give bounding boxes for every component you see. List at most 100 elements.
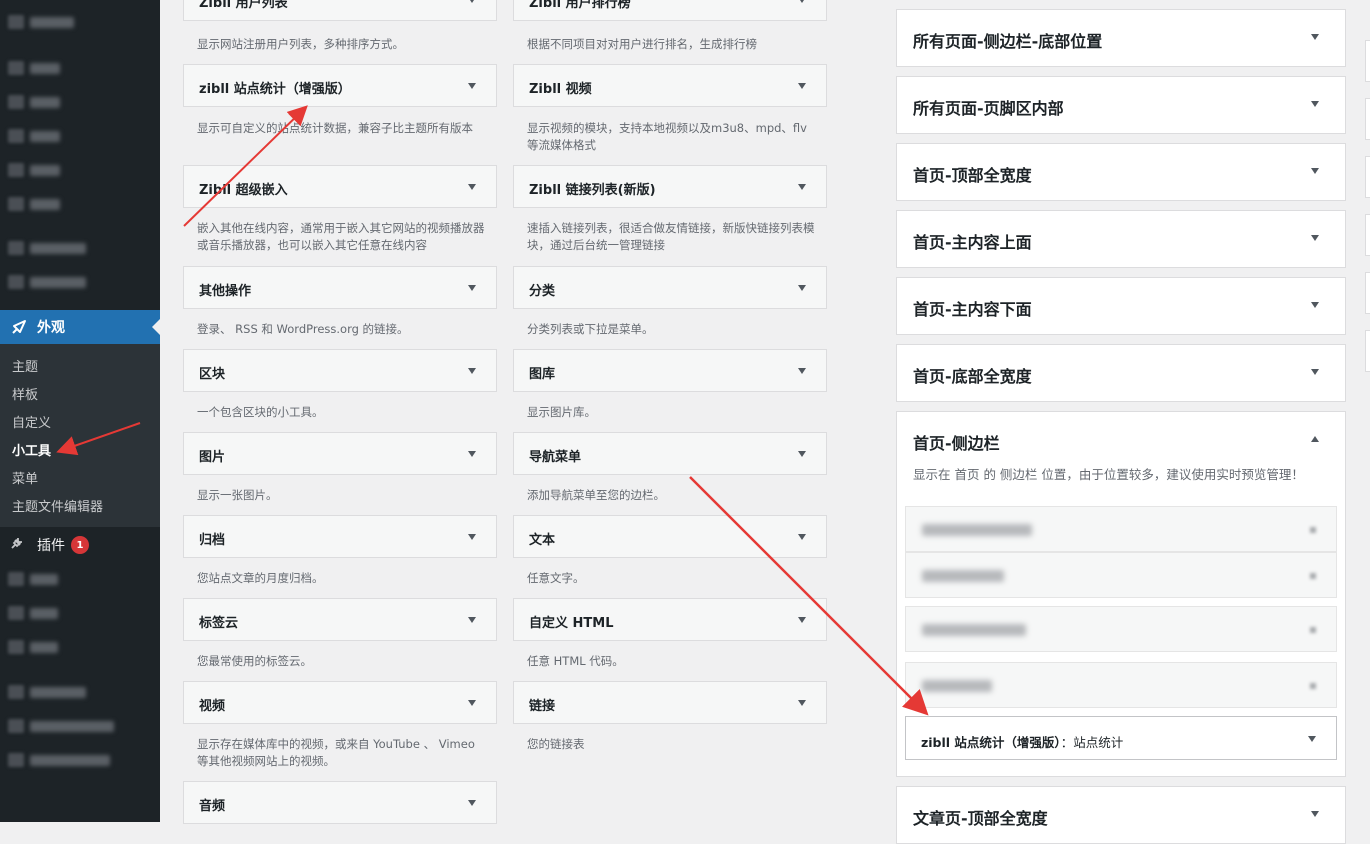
widget-block[interactable]: 区块 — [183, 349, 497, 392]
caret-down-icon[interactable] — [1311, 34, 1319, 40]
submenu-item-menus[interactable]: 菜单 — [12, 468, 38, 487]
widget-zibll-super-embed[interactable]: Zibll 超级嵌入 — [183, 165, 497, 208]
edge-panel — [1365, 40, 1370, 82]
widget-desc: 您的链接表 — [527, 737, 585, 751]
widget-desc: 显示视频的模块，支持本地视频以及m3u8、mpd、flv等流媒体格式 — [527, 121, 807, 152]
caret-down-icon[interactable] — [468, 534, 476, 540]
blurred-menu-item[interactable] — [8, 95, 60, 109]
admin-sidebar: 外观 主题 样板 自定义 小工具 菜单 主题文件编辑器 插件 1 — [0, 0, 160, 822]
caret-down-icon[interactable] — [1311, 235, 1319, 241]
caret-down-icon[interactable] — [1308, 736, 1316, 742]
widget-desc: 根据不同项目对对用户进行排名，生成排行榜 — [527, 37, 757, 51]
caret-down-icon[interactable] — [798, 83, 806, 89]
blurred-menu-item[interactable] — [8, 572, 58, 586]
caret-down-icon[interactable] — [1311, 168, 1319, 174]
widget-zibll-user-list[interactable]: Zibll 用户列表 — [183, 0, 497, 21]
caret-up-icon[interactable] — [1311, 436, 1319, 442]
placed-widget-site-stats[interactable]: zibll 站点统计（增强版）：站点统计 — [905, 716, 1337, 760]
blurred-menu-item[interactable] — [8, 129, 60, 143]
caret-down-icon[interactable] — [468, 700, 476, 706]
caret-down-icon[interactable] — [1311, 302, 1319, 308]
caret-down-icon[interactable] — [798, 700, 806, 706]
widget-zibll-video[interactable]: Zibll 视频 — [513, 64, 827, 107]
caret-down-icon[interactable] — [468, 184, 476, 190]
caret-down-icon[interactable] — [468, 451, 476, 457]
widget-desc: 您站点文章的月度归档。 — [197, 571, 324, 585]
widget-tag-cloud[interactable]: 标签云 — [183, 598, 497, 641]
caret-down-icon[interactable] — [798, 451, 806, 457]
blurred-placed-widget[interactable] — [905, 662, 1337, 708]
submenu-item-theme-editor[interactable]: 主题文件编辑器 — [12, 496, 103, 515]
widget-archives[interactable]: 归档 — [183, 515, 497, 558]
widget-area[interactable]: 所有页面-页脚区内部 — [896, 76, 1346, 134]
widget-desc: 任意 HTML 代码。 — [527, 654, 624, 668]
caret-down-icon[interactable] — [798, 0, 806, 3]
caret-down-icon[interactable] — [1311, 369, 1319, 375]
blurred-menu-item[interactable] — [8, 61, 60, 75]
widget-desc: 添加导航菜单至您的边栏。 — [527, 488, 665, 502]
area-description: 显示在 首页 的 侧边栏 位置，由于位置较多，建议使用实时预览管理！ — [913, 467, 1304, 482]
widget-categories[interactable]: 分类 — [513, 266, 827, 309]
submenu-item-widgets[interactable]: 小工具 — [12, 440, 51, 459]
submenu-item-themes[interactable]: 主题 — [12, 356, 38, 375]
caret-down-icon[interactable] — [468, 0, 476, 3]
widget-desc: 显示一张图片。 — [197, 488, 278, 502]
blurred-placed-widget[interactable] — [905, 506, 1337, 552]
arrow-to-placed-widget — [689, 476, 929, 716]
widget-area[interactable]: 首页-底部全宽度 — [896, 344, 1346, 402]
widget-zibll-site-stats[interactable]: zibll 站点统计（增强版） — [183, 64, 497, 107]
caret-down-icon[interactable] — [468, 368, 476, 374]
blurred-menu-item[interactable] — [8, 685, 86, 699]
caret-down-icon[interactable] — [1311, 811, 1319, 817]
caret-down-icon[interactable] — [798, 368, 806, 374]
plug-icon — [9, 535, 29, 555]
blurred-menu-item[interactable] — [8, 640, 58, 654]
caret-down-icon[interactable] — [468, 800, 476, 806]
caret-down-icon[interactable] — [798, 285, 806, 291]
caret-down-icon[interactable] — [1311, 101, 1319, 107]
blurred-menu-item[interactable] — [8, 753, 110, 767]
blurred-menu-item[interactable] — [8, 606, 58, 620]
widget-zibll-link-list[interactable]: Zibll 链接列表(新版) — [513, 165, 827, 208]
blurred-placed-widget[interactable] — [905, 606, 1337, 652]
edge-panel — [1365, 156, 1370, 198]
widget-audio[interactable]: 音频 — [183, 781, 497, 824]
widget-desc: 显示可自定义的站点统计数据，兼容子比主题所有版本 — [197, 121, 473, 135]
widget-meta[interactable]: 其他操作 — [183, 266, 497, 309]
widget-desc: 显示图片库。 — [527, 405, 596, 419]
paintbrush-icon — [9, 317, 29, 337]
blurred-menu-item[interactable] — [8, 241, 86, 255]
widget-zibll-user-ranking[interactable]: Zibll 用户排行榜 — [513, 0, 827, 21]
widget-area[interactable]: 所有页面-侧边栏-底部位置 — [896, 9, 1346, 67]
widget-area[interactable]: 首页-主内容下面 — [896, 277, 1346, 335]
blurred-menu-item[interactable] — [8, 719, 114, 733]
blurred-menu-item[interactable] — [8, 275, 86, 289]
menu-plugins[interactable]: 插件 1 — [0, 530, 160, 560]
blurred-menu-item[interactable] — [8, 15, 74, 29]
placed-widget-title: zibll 站点统计（增强版） — [921, 735, 1061, 750]
caret-down-icon[interactable] — [798, 534, 806, 540]
widget-desc: 一个包含区块的小工具。 — [197, 405, 324, 419]
menu-appearance[interactable]: 外观 — [0, 310, 160, 344]
widget-links[interactable]: 链接 — [513, 681, 827, 724]
widget-nav-menu[interactable]: 导航菜单 — [513, 432, 827, 475]
widget-text[interactable]: 文本 — [513, 515, 827, 558]
caret-down-icon[interactable] — [798, 184, 806, 190]
widget-image[interactable]: 图片 — [183, 432, 497, 475]
widget-area[interactable]: 首页-主内容上面 — [896, 210, 1346, 268]
blurred-menu-item[interactable] — [8, 163, 60, 177]
caret-down-icon[interactable] — [468, 285, 476, 291]
widget-desc: 您最常使用的标签云。 — [197, 654, 312, 668]
widget-video[interactable]: 视频 — [183, 681, 497, 724]
submenu-item-patterns[interactable]: 样板 — [12, 384, 38, 403]
widget-gallery[interactable]: 图库 — [513, 349, 827, 392]
blurred-placed-widget[interactable] — [905, 552, 1337, 598]
blurred-menu-item[interactable] — [8, 197, 60, 211]
widget-area[interactable]: 首页-顶部全宽度 — [896, 143, 1346, 201]
widget-area[interactable]: 文章页-顶部全宽度 — [896, 786, 1346, 844]
widget-custom-html[interactable]: 自定义 HTML — [513, 598, 827, 641]
caret-down-icon[interactable] — [798, 617, 806, 623]
caret-down-icon[interactable] — [468, 83, 476, 89]
caret-down-icon[interactable] — [468, 617, 476, 623]
submenu-item-customize[interactable]: 自定义 — [12, 412, 51, 431]
